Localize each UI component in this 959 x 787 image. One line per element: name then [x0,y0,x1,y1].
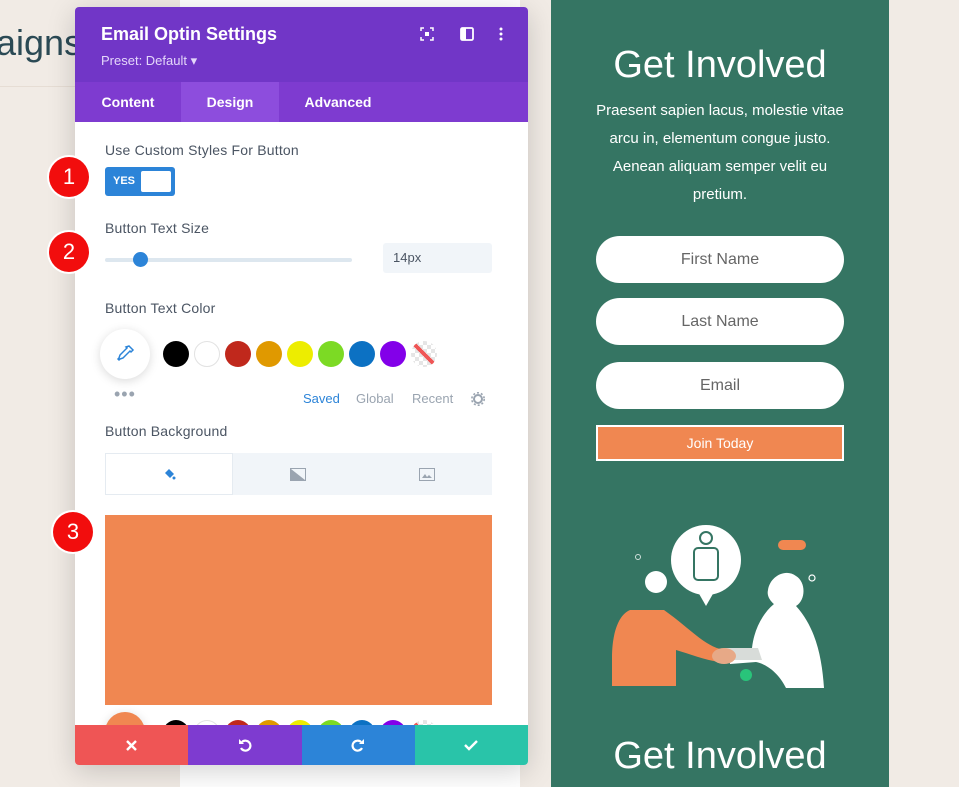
join-button[interactable]: Join Today [596,425,844,461]
background-label: Button Background [105,423,228,439]
modal-header: Email Optin Settings Preset: Default ▾ [75,7,528,82]
email-field[interactable]: Email [596,362,844,409]
color-swatch[interactable] [287,341,313,367]
first-name-field[interactable]: First Name [596,236,844,283]
undo-button[interactable] [188,725,302,765]
palette-tab-recent[interactable]: Recent [412,391,453,406]
modal-footer [75,725,528,765]
palette-tab-saved[interactable]: Saved [303,391,340,406]
gradient-icon[interactable] [234,453,362,495]
close-icon [126,739,137,751]
slider-handle[interactable] [132,252,148,267]
check-icon [464,739,479,751]
page-heading-fragment: aigns [0,22,83,63]
layout-icon[interactable] [458,25,476,43]
background-color-preview[interactable] [105,515,492,705]
focus-icon[interactable] [418,25,436,43]
color-swatch[interactable] [194,341,220,367]
save-button[interactable] [414,725,528,765]
color-swatch[interactable] [318,341,344,367]
preview-title: Get Involved [613,44,827,86]
preview-body: Praesent sapien lacus, molestie vitae ar… [596,102,844,203]
step-badge-2: 2 [49,232,89,272]
more-vertical-icon[interactable] [492,25,510,43]
more-dots-icon[interactable]: ••• [114,384,136,405]
tab-advanced[interactable]: Advanced [279,82,397,122]
optin-preview: Get Involved Praesent sapien lacus, mole… [551,0,889,787]
settings-modal: Email Optin Settings Preset: Default ▾ C… [75,7,528,765]
last-name-field[interactable]: Last Name [596,298,844,345]
close-button[interactable] [75,725,189,765]
handshake-illustration [612,525,824,688]
redo-button[interactable] [301,725,415,765]
toggle-knob [141,171,171,192]
gear-icon[interactable] [471,392,485,411]
background-color-picker[interactable] [105,712,145,725]
custom-styles-toggle[interactable]: YES [105,167,175,196]
redo-icon [351,739,365,752]
color-swatch[interactable] [163,341,189,367]
no-color-swatch[interactable] [411,341,437,367]
step-badge-1: 1 [49,157,89,197]
text-size-input[interactable]: 14px [383,243,492,273]
toggle-label: YES [113,175,136,187]
step-badge-3: 3 [53,512,93,552]
preview-title-bottom: Get Involved [613,735,827,777]
color-swatch[interactable] [349,341,375,367]
color-picker-button[interactable] [100,329,150,379]
tab-design[interactable]: Design [181,82,279,122]
modal-title: Email Optin Settings [101,24,278,44]
settings-tabs: Content Design Advanced [75,82,528,122]
image-icon[interactable] [363,453,491,495]
preset-selector[interactable]: Preset: Default ▾ [101,53,197,69]
color-swatch[interactable] [256,341,282,367]
color-swatch[interactable] [380,341,406,367]
tab-content[interactable]: Content [75,82,181,122]
background-type-tabs [105,453,492,495]
custom-styles-label: Use Custom Styles For Button [105,142,299,158]
paint-bucket-icon[interactable] [105,453,233,495]
eyedropper-icon [116,345,135,362]
text-size-label: Button Text Size [105,220,210,236]
settings-body: Use Custom Styles For Button YES Button … [75,122,528,725]
color-swatch[interactable] [225,341,251,367]
text-color-label: Button Text Color [105,300,216,316]
palette-tab-global[interactable]: Global [356,391,394,406]
undo-icon [238,739,252,752]
